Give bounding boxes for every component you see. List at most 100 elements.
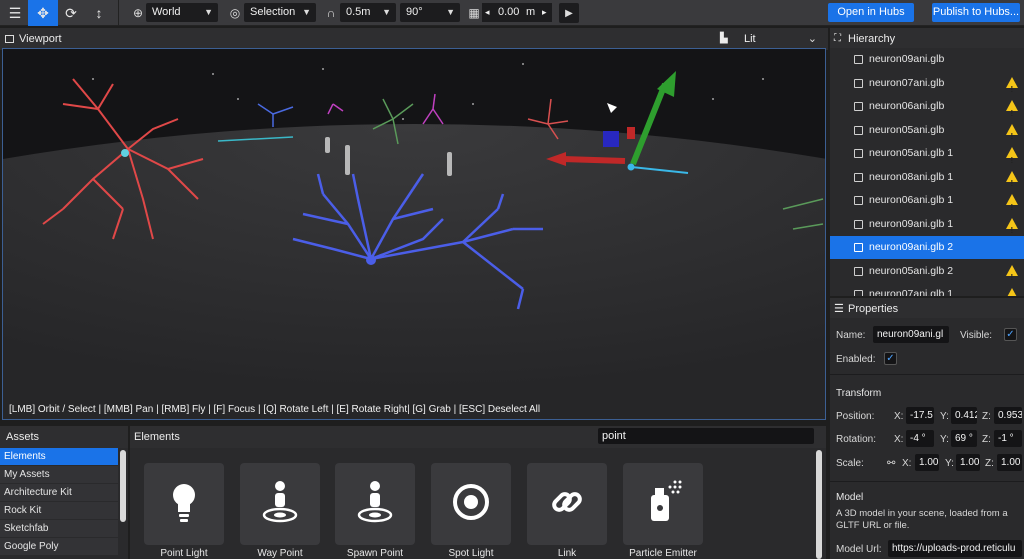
scale-x-input[interactable]: 1.00	[915, 454, 939, 471]
model-url-input[interactable]: https://uploads-prod.reticulu	[888, 540, 1022, 557]
hierarchy-item[interactable]: neuron05ani.glb 2	[830, 260, 1024, 289]
scale-tool-icon[interactable]: ↕	[84, 0, 114, 26]
hierarchy-item-label: neuron05ani.glb	[869, 123, 945, 136]
rotation-z-input[interactable]: -1 °	[994, 430, 1022, 447]
chevron-down-icon: ▼	[446, 7, 455, 17]
scale-label: Scale:	[836, 458, 864, 469]
viewport-controls-hint: [LMB] Orbit / Select | [MMB] Pan | [RMB]…	[9, 404, 541, 415]
grid-icon[interactable]: ▦	[466, 5, 482, 21]
stats-icon[interactable]: ▙	[720, 28, 728, 50]
asset-source-google-poly[interactable]: Google Poly	[0, 538, 118, 556]
rotation-x-label: X:	[894, 434, 904, 445]
visible-checkbox[interactable]: ✓	[1004, 328, 1017, 341]
assets-panel: Elements My Assets Architecture Kit Rock…	[0, 448, 128, 559]
asset-source-sketchfab[interactable]: Sketchfab	[0, 520, 118, 538]
element-label: Link	[557, 548, 577, 559]
hierarchy-item[interactable]: neuron09ani.glb 1	[830, 213, 1024, 242]
rotation-x-input[interactable]: -4 °	[906, 430, 934, 447]
increment-icon[interactable]: ▸	[542, 3, 547, 22]
element-label: Point Light	[160, 548, 208, 559]
rotation-y-input[interactable]: 69 °	[951, 430, 977, 447]
scale-z-input[interactable]: 1.00	[997, 454, 1022, 471]
warning-icon	[1006, 123, 1018, 148]
transform-space-select[interactable]: World ▼	[146, 3, 218, 22]
element-card-way-point[interactable]	[240, 463, 320, 545]
asset-source-architecture-kit[interactable]: Architecture Kit	[0, 484, 118, 502]
position-y-label: Y:	[940, 411, 949, 422]
enabled-label: Enabled:	[836, 354, 876, 365]
element-card-particle-emitter[interactable]	[623, 463, 703, 545]
scene-render[interactable]	[3, 49, 826, 420]
hierarchy-item[interactable]: neuron05ani.glb	[830, 119, 1024, 148]
asset-source-elements[interactable]: Elements	[0, 448, 118, 466]
warning-icon	[1006, 76, 1018, 101]
model-title: Model	[836, 492, 864, 503]
publish-button[interactable]: Publish to Hubs...	[932, 3, 1020, 22]
cube-icon	[854, 196, 863, 205]
hierarchy-item[interactable]: neuron09ani.glb	[830, 48, 1024, 71]
properties-icon: ☰	[834, 303, 844, 315]
position-x-input[interactable]: -17.5	[906, 407, 934, 424]
cube-icon	[854, 243, 863, 252]
red-neuron-soma	[121, 149, 129, 157]
element-label: Way Point	[257, 548, 303, 559]
element-card-link[interactable]	[527, 463, 607, 545]
waypoint-icon	[262, 481, 298, 523]
asset-source-my-assets[interactable]: My Assets	[0, 466, 118, 484]
play-icon[interactable]: ▶	[559, 3, 579, 23]
chevron-down-icon: ⌄	[807, 33, 817, 45]
hierarchy-item[interactable]: neuron06ani.glb	[830, 95, 1024, 125]
elements-search-input[interactable]: point	[598, 428, 814, 444]
spotlight-icon	[453, 484, 489, 520]
hierarchy-item-label: neuron09ani.glb 1	[869, 217, 954, 230]
open-in-hubs-button[interactable]: Open in Hubs	[828, 3, 914, 22]
viewport-icon	[5, 35, 14, 43]
cube-icon	[854, 102, 863, 111]
hierarchy-item-label: neuron09ani.glb 2	[869, 241, 954, 253]
snap-angle-select[interactable]: 90° ▼	[400, 3, 460, 22]
name-input[interactable]: neuron09ani.gl	[873, 326, 949, 343]
element-card-spawn-point[interactable]	[335, 463, 415, 545]
element-card-point-light[interactable]	[144, 463, 224, 545]
element-card-spot-light[interactable]	[431, 463, 511, 545]
asset-source-rock-kit[interactable]: Rock Kit	[0, 502, 118, 520]
toolbar: ☰ ✥ ⟳ ↕ ⊕ World ▼ ◎ Selection ▼ ∩ 0.5m ▼ 90…	[0, 0, 1024, 26]
snap-distance-select[interactable]: 0.5m ▼	[340, 3, 396, 22]
menu-icon[interactable]: ☰	[0, 0, 30, 26]
hierarchy-item[interactable]: neuron07ani.glb 1	[830, 283, 1024, 296]
hierarchy-item-label: neuron06ani.glb 1	[869, 194, 954, 206]
transform-space-value: World	[152, 6, 181, 18]
model-description: A 3D model in your scene, loaded from a …	[836, 508, 1008, 531]
position-y-input[interactable]: 0.412	[951, 407, 977, 424]
position-z-input[interactable]: 0.953	[994, 407, 1022, 424]
hierarchy-item-label: neuron09ani.glb	[869, 53, 945, 65]
link-icon[interactable]: ⚯	[887, 458, 895, 469]
transform-pivot-select[interactable]: Selection ▼	[244, 3, 316, 22]
scale-y-input[interactable]: 1.00	[956, 454, 980, 471]
snap-distance-value: 0.5m	[346, 6, 371, 18]
hierarchy-item[interactable]: neuron07ani.glb	[830, 72, 1024, 101]
render-mode-select[interactable]: Lit ⌄	[738, 30, 822, 48]
magnet-icon[interactable]: ∩	[323, 5, 339, 21]
chevron-down-icon: ▼	[204, 7, 213, 17]
viewport-canvas[interactable]: [LMB] Orbit / Select | [MMB] Pan | [RMB]…	[2, 48, 826, 420]
chevron-down-icon: ▼	[382, 7, 391, 17]
scale-y-label: Y:	[945, 458, 954, 469]
grid-height-field[interactable]: ◂ 0.00 m ▸	[482, 3, 552, 22]
translate-tool-icon[interactable]: ✥	[28, 0, 58, 26]
rotate-tool-icon[interactable]: ⟳	[56, 0, 86, 26]
cube-icon	[854, 172, 863, 182]
enabled-checkbox[interactable]: ✓	[884, 352, 897, 365]
hierarchy-item[interactable]: neuron06ani.glb 1	[830, 189, 1024, 219]
hierarchy-item[interactable]: neuron05ani.glb 1	[830, 142, 1024, 172]
warning-icon	[1006, 170, 1018, 195]
snap-angle-value: 90°	[406, 6, 423, 18]
decrement-icon[interactable]: ◂	[485, 3, 490, 22]
element-label: Spot Light	[448, 548, 494, 559]
hierarchy-item-selected[interactable]: neuron09ani.glb 2	[830, 236, 1024, 259]
elements-scrollbar[interactable]	[816, 450, 822, 559]
element-label: Particle Emitter	[629, 548, 697, 559]
hierarchy-item[interactable]: neuron08ani.glb 1	[830, 166, 1024, 195]
cube-icon	[854, 266, 863, 276]
assets-scrollbar[interactable]	[120, 450, 126, 522]
